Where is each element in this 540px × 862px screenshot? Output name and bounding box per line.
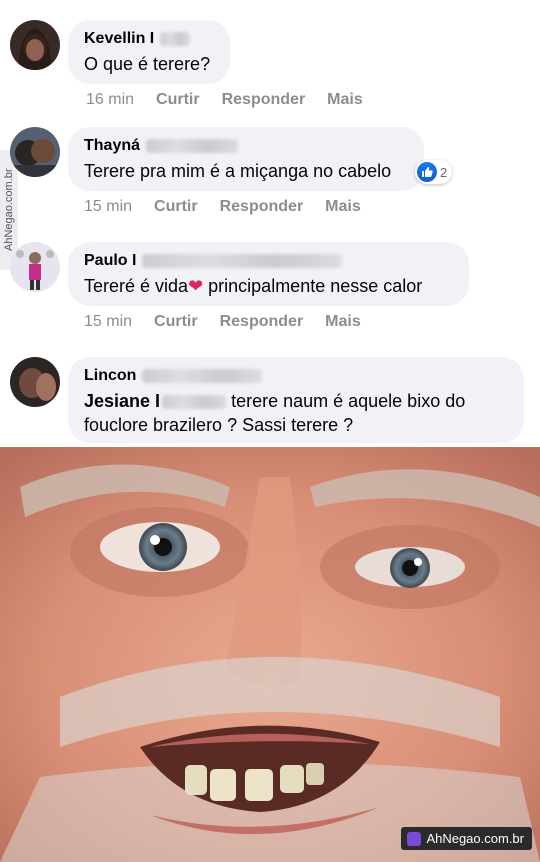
avatar[interactable]	[10, 357, 60, 407]
reply-button[interactable]: Responder	[222, 91, 306, 109]
commenter-name[interactable]: Lincon	[84, 367, 508, 385]
comment-bubble: Paulo I Tereré é vida❤ principalmente ne…	[68, 242, 469, 306]
comment-bubble: Lincon Jesiane I terere naum é aquele bi…	[68, 357, 524, 443]
more-button[interactable]: Mais	[327, 91, 363, 109]
blurred-surname	[142, 254, 343, 268]
more-button[interactable]: Mais	[325, 198, 361, 216]
mention-link[interactable]: Jesiane I	[84, 391, 160, 411]
comment-bubble: Kevellin I O que é terere?	[68, 20, 230, 84]
reaction-count: 2	[440, 164, 448, 180]
comment-paulo: Paulo I Tereré é vida❤ principalmente ne…	[0, 230, 540, 345]
commenter-name[interactable]: Kevellin I	[84, 30, 214, 48]
avatar[interactable]	[10, 127, 60, 177]
commenter-name[interactable]: Paulo I	[84, 252, 453, 270]
like-button[interactable]: Curtir	[156, 91, 200, 109]
avatar[interactable]	[10, 242, 60, 292]
comment-text-part: principalmente nesse calor	[203, 276, 423, 296]
comment-text: Terere pra mim é a miçanga no cabelo	[84, 161, 392, 181]
heart-icon: ❤	[188, 276, 204, 296]
comment-actions: 15 min Curtir Responder Mais	[84, 198, 361, 216]
blurred-surname	[146, 139, 239, 153]
reaction-badge[interactable]: 2	[415, 160, 453, 184]
site-watermark-text: AhNegao.com.br	[426, 831, 524, 846]
site-watermark-badge: AhNegao.com.br	[401, 827, 532, 850]
commenter-name-text[interactable]: Lincon	[84, 367, 136, 385]
commenter-name-text[interactable]: Paulo I	[84, 252, 136, 270]
comment-lincon: Lincon Jesiane I terere naum é aquele bi…	[0, 345, 540, 447]
avatar[interactable]	[10, 20, 60, 70]
commenter-name-text[interactable]: Thayná	[84, 137, 140, 155]
blurred-surname	[160, 32, 191, 46]
comment-time[interactable]: 15 min	[84, 198, 132, 216]
comment-text-part: Tereré é vida	[84, 276, 189, 296]
blurred-mention-surname	[162, 395, 227, 410]
comment-actions: 16 min Curtir Responder Mais	[86, 91, 363, 109]
like-button[interactable]: Curtir	[154, 198, 198, 216]
comment-time[interactable]: 15 min	[84, 313, 132, 331]
commenter-name[interactable]: Thayná	[84, 137, 408, 155]
comment-text: Tereré é vida❤ principalmente nesse calo…	[84, 274, 453, 298]
more-button[interactable]: Mais	[325, 313, 361, 331]
comment-kevellin: Kevellin I O que é terere? 16 min Curtir…	[0, 0, 540, 115]
comment-thayna: Thayná Terere pra mim é a miçanga no cab…	[0, 115, 540, 230]
comment-bubble: Thayná Terere pra mim é a miçanga no cab…	[68, 127, 424, 191]
like-reaction-icon	[417, 162, 437, 182]
blurred-surname	[142, 369, 263, 383]
commenter-name-text[interactable]: Kevellin I	[84, 30, 154, 48]
site-logo-icon	[407, 831, 422, 846]
reply-button[interactable]: Responder	[220, 198, 304, 216]
comment-text: O que é terere?	[84, 54, 211, 74]
reaction-meme-photo: AhNegao.com.br	[0, 447, 540, 862]
reply-button[interactable]: Responder	[220, 313, 304, 331]
comment-time[interactable]: 16 min	[86, 91, 134, 109]
comment-text: Jesiane I terere naum é aquele bixo do f…	[84, 389, 508, 437]
like-button[interactable]: Curtir	[154, 313, 198, 331]
comment-actions: 15 min Curtir Responder Mais	[84, 313, 361, 331]
